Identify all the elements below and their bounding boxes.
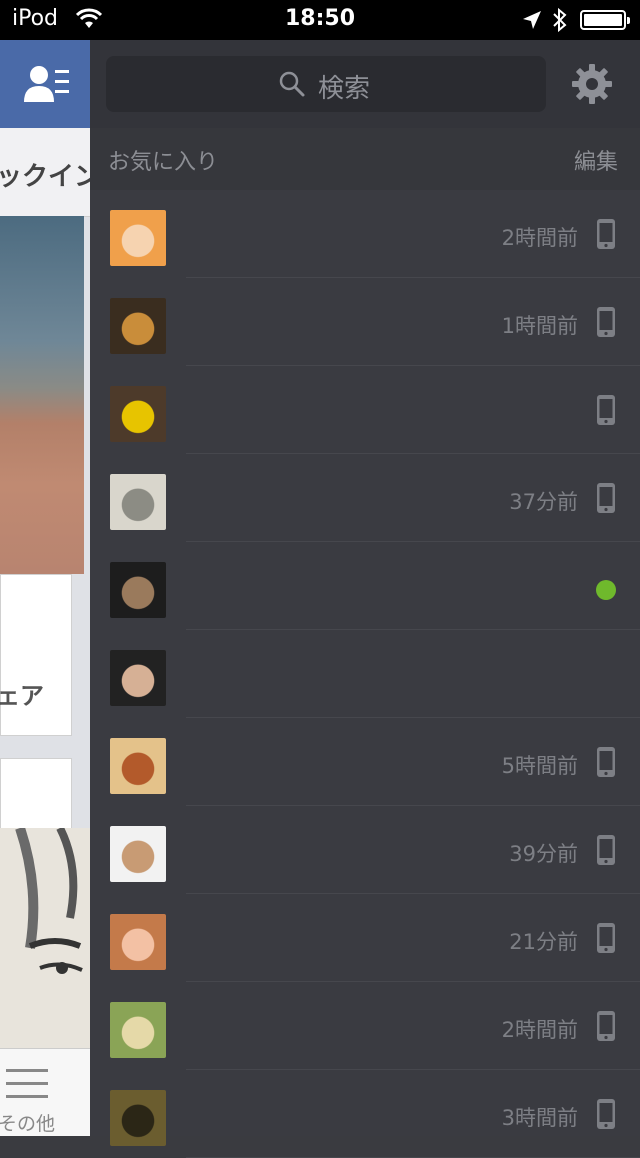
avatar bbox=[110, 562, 166, 618]
friend-row[interactable] bbox=[90, 366, 640, 454]
main-feed-peek[interactable]: ックイン ェア その他 bbox=[0, 40, 90, 1136]
search-icon bbox=[279, 71, 305, 97]
favorites-title: お気に入り bbox=[108, 150, 219, 175]
share-label[interactable]: ェア bbox=[0, 676, 44, 711]
feed-card-2 bbox=[0, 758, 72, 830]
avatar bbox=[110, 1090, 166, 1146]
avatar bbox=[110, 386, 166, 442]
mobile-phone-icon bbox=[597, 307, 615, 337]
last-active-time: 21分前 bbox=[509, 930, 578, 954]
chat-sidebar: 検索 お気に入り 編集 2時間前 1時間前 37分前 5時間前 39分前 21分前 2時間前… bbox=[90, 40, 640, 1158]
friends-icon[interactable] bbox=[24, 64, 70, 104]
friend-row[interactable]: 37分前 bbox=[90, 454, 640, 542]
feed-photo-2[interactable] bbox=[0, 826, 90, 1048]
feed-navbar bbox=[0, 40, 90, 128]
sketch-drawing bbox=[15, 826, 83, 974]
friend-row[interactable] bbox=[90, 542, 640, 630]
mobile-phone-icon bbox=[597, 747, 615, 777]
mobile-phone-icon bbox=[597, 395, 615, 425]
avatar bbox=[110, 474, 166, 530]
friend-row[interactable]: 1時間前 bbox=[90, 278, 640, 366]
clock: 18:50 bbox=[284, 6, 356, 31]
last-active-time: 5時間前 bbox=[501, 754, 578, 778]
tab-more-label[interactable]: その他 bbox=[0, 1109, 55, 1136]
battery-icon bbox=[580, 10, 630, 30]
favorites-list: 2時間前 1時間前 37分前 5時間前 39分前 21分前 2時間前 3時間前 bbox=[90, 190, 640, 1158]
mobile-phone-icon bbox=[597, 923, 615, 953]
mobile-phone-icon bbox=[597, 1099, 615, 1129]
friend-row[interactable]: 2時間前 bbox=[90, 982, 640, 1070]
avatar bbox=[110, 738, 166, 794]
friend-row[interactable] bbox=[90, 630, 640, 718]
status-bar: iPod 18:50 bbox=[0, 0, 640, 40]
edit-button[interactable]: 編集 bbox=[574, 144, 618, 176]
friend-row[interactable]: 39分前 bbox=[90, 806, 640, 894]
avatar bbox=[110, 650, 166, 706]
favorites-header: お気に入り 編集 bbox=[90, 128, 640, 190]
gear-icon[interactable] bbox=[570, 62, 614, 106]
avatar bbox=[110, 1002, 166, 1058]
last-active-time: 1時間前 bbox=[501, 314, 578, 338]
mobile-phone-icon bbox=[597, 1011, 615, 1041]
avatar bbox=[110, 298, 166, 354]
search-input[interactable]: 検索 bbox=[106, 56, 546, 112]
friend-row[interactable]: 5時間前 bbox=[90, 718, 640, 806]
menu-icon[interactable] bbox=[6, 1069, 48, 1099]
last-active-time: 2時間前 bbox=[501, 1018, 578, 1042]
last-active-time: 37分前 bbox=[509, 490, 578, 514]
avatar bbox=[110, 914, 166, 970]
feed-card bbox=[0, 574, 72, 736]
feed-photo[interactable] bbox=[0, 216, 84, 574]
search-area: 検索 bbox=[90, 40, 640, 128]
friend-row[interactable]: 21分前 bbox=[90, 894, 640, 982]
online-status-dot bbox=[596, 580, 616, 600]
friend-row[interactable]: 2時間前 bbox=[90, 190, 640, 278]
mobile-phone-icon bbox=[597, 483, 615, 513]
bluetooth-icon bbox=[553, 7, 567, 33]
tab-bar: その他 bbox=[0, 1048, 90, 1136]
avatar bbox=[110, 210, 166, 266]
mobile-phone-icon bbox=[597, 219, 615, 249]
location-arrow-icon bbox=[523, 11, 541, 29]
checkin-label: ックイン bbox=[0, 162, 90, 192]
last-active-time: 39分前 bbox=[509, 842, 578, 866]
mobile-phone-icon bbox=[597, 835, 615, 865]
search-placeholder: 検索 bbox=[318, 74, 371, 104]
last-active-time: 2時間前 bbox=[501, 226, 578, 250]
last-active-time: 3時間前 bbox=[501, 1106, 578, 1130]
avatar bbox=[110, 826, 166, 882]
friend-row[interactable]: 3時間前 bbox=[90, 1070, 640, 1158]
